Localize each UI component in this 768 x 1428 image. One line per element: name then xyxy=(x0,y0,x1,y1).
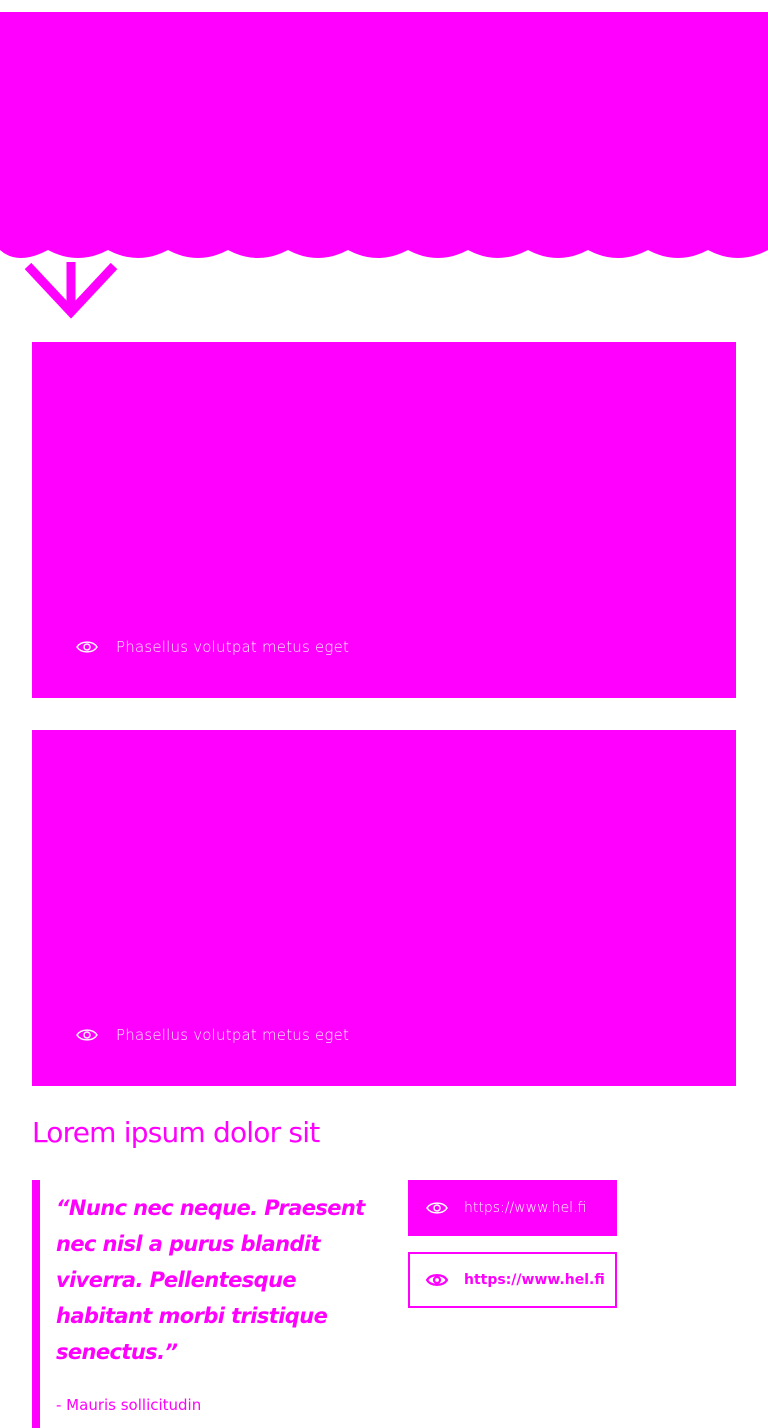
caption-text: Phasellus volutpat metus eget xyxy=(116,1026,350,1044)
eye-icon xyxy=(76,1029,98,1041)
link-label: https://www.hel.fi xyxy=(464,1200,587,1216)
section-heading: Lorem ipsum dolor sit xyxy=(32,1116,320,1149)
hero-wave-edge xyxy=(0,240,768,258)
eye-icon xyxy=(426,1202,448,1214)
image-card[interactable]: Phasellus volutpat metus eget xyxy=(32,342,736,698)
blockquote-text: “Nunc nec neque. Praesent nec nisl a pur… xyxy=(56,1196,365,1364)
image-caption: Phasellus volutpat metus eget xyxy=(76,638,349,656)
link-button-filled[interactable]: https://www.hel.fi xyxy=(408,1180,617,1236)
eye-icon xyxy=(76,641,98,653)
quote-accent-bar xyxy=(32,1180,40,1428)
arrow-down-icon[interactable] xyxy=(24,262,118,320)
image-caption: Phasellus volutpat metus eget xyxy=(76,1026,349,1044)
link-button-outline[interactable]: https://www.hel.fi xyxy=(408,1252,617,1308)
quote-author: - Mauris sollicitudin xyxy=(56,1396,202,1414)
link-label: https://www.hel.fi xyxy=(464,1272,605,1288)
hero-banner xyxy=(0,12,768,248)
caption-text: Phasellus volutpat metus eget xyxy=(116,638,350,656)
eye-icon xyxy=(426,1274,448,1286)
image-card[interactable]: Phasellus volutpat metus eget xyxy=(32,730,736,1086)
